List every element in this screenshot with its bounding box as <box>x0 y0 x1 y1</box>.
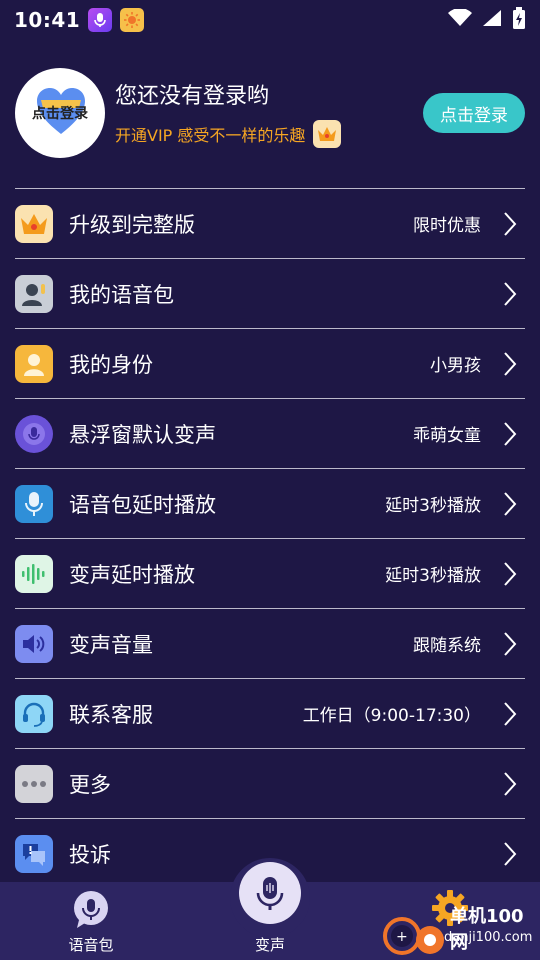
menu-item-label: 投诉 <box>69 842 111 867</box>
menu-item-value: 跟随系统 <box>413 636 481 656</box>
menu-item-upgrade[interactable]: 升级到完整版 限时优惠 <box>15 189 525 258</box>
login-button[interactable]: 点击登录 <box>423 93 525 133</box>
menu-item-customer-service[interactable]: 联系客服 工作日（9:00-17:30） <box>15 679 525 748</box>
avatar-login-label: 点击登录 <box>32 106 88 122</box>
status-time: 10:41 <box>14 8 81 32</box>
chevron-right-icon <box>499 631 521 657</box>
vip-promo: 开通VIP 感受不一样的乐趣 <box>115 120 423 148</box>
watermark-text-en: danji100.com <box>444 930 533 945</box>
crown-icon <box>15 204 53 243</box>
profile-text: 您还没有登录哟 开通VIP 感受不一样的乐趣 <box>115 78 423 148</box>
menu-item-label: 变声延时播放 <box>69 562 195 587</box>
nav-label-voice-pack: 语音包 <box>68 936 114 954</box>
chevron-right-icon <box>499 561 521 587</box>
volume-icon <box>15 624 53 663</box>
menu-item-more[interactable]: 更多 <box>15 749 525 818</box>
menu-item-label: 语音包延时播放 <box>69 492 216 517</box>
menu-item-label: 悬浮窗默认变声 <box>69 422 216 447</box>
vip-promo-text: 开通VIP 感受不一样的乐趣 <box>115 126 306 145</box>
nav-tab-voice-pack[interactable]: 语音包 <box>60 890 122 955</box>
headset-icon <box>15 694 53 733</box>
menu-item-label: 升级到完整版 <box>69 212 195 237</box>
voice-changer-tab-icon <box>239 862 301 924</box>
menu-item-floating-voice[interactable]: 悬浮窗默认变声 乖萌女童 <box>15 399 525 468</box>
menu-item-label: 联系客服 <box>69 702 153 727</box>
complaint-chat-icon <box>15 834 53 873</box>
chevron-right-icon <box>499 841 521 867</box>
profile-title: 您还没有登录哟 <box>115 84 270 109</box>
menu-item-label: 更多 <box>69 772 111 797</box>
chevron-right-icon <box>499 421 521 447</box>
bottom-nav: 语音包 变声 + 单机100网 danji100.com <box>0 858 540 960</box>
voice-pack-user-icon <box>15 274 53 313</box>
avatar[interactable]: 点击登录 <box>15 68 105 158</box>
svg-text:+: + <box>396 929 408 945</box>
signal-icon <box>482 9 502 31</box>
more-dots-icon <box>15 764 53 803</box>
menu-item-value: 小男孩 <box>430 356 481 376</box>
chevron-right-icon <box>499 351 521 377</box>
soundwave-icon <box>15 554 53 593</box>
person-icon <box>15 344 53 383</box>
voice-changer-app-icon <box>88 8 113 32</box>
vip-crown-icon <box>313 120 342 148</box>
microphone-icon <box>15 484 53 523</box>
nav-label-voice-changer: 变声 <box>254 936 285 954</box>
floating-mic-icon <box>15 414 53 453</box>
settings-menu: 升级到完整版 限时优惠 我的语音包 我的身份 小男孩 悬浮窗默认变声 乖萌女童 … <box>15 188 525 888</box>
nav-tab-voice-changer[interactable]: 变声 <box>232 862 308 955</box>
menu-item-value: 延时3秒播放 <box>385 496 481 516</box>
menu-item-pack-delay[interactable]: 语音包延时播放 延时3秒播放 <box>15 469 525 538</box>
chevron-right-icon <box>499 281 521 307</box>
status-bar: 10:41 <box>0 0 540 40</box>
menu-item-value: 限时优惠 <box>413 216 481 236</box>
watermark: + 单机100网 danji100.com <box>380 900 540 960</box>
menu-item-identity[interactable]: 我的身份 小男孩 <box>15 329 525 398</box>
menu-item-my-voice-pack[interactable]: 我的语音包 <box>15 259 525 328</box>
menu-item-value: 乖萌女童 <box>413 426 481 446</box>
menu-item-label: 变声音量 <box>69 632 153 657</box>
menu-item-value: 延时3秒播放 <box>385 566 481 586</box>
chevron-right-icon <box>499 771 521 797</box>
chevron-right-icon <box>499 701 521 727</box>
battery-charging-icon <box>512 7 526 33</box>
menu-item-changer-delay[interactable]: 变声延时播放 延时3秒播放 <box>15 539 525 608</box>
profile-header: 点击登录 您还没有登录哟 开通VIP 感受不一样的乐趣 点击登录 <box>15 68 525 158</box>
chevron-right-icon <box>499 211 521 237</box>
menu-item-volume[interactable]: 变声音量 跟随系统 <box>15 609 525 678</box>
menu-item-value: 工作日（9:00-17:30） <box>302 706 481 726</box>
wifi-icon <box>448 8 472 31</box>
watermark-text-cn: 单机100网 <box>450 906 524 953</box>
sun-app-icon <box>120 8 145 32</box>
voice-pack-tab-icon <box>74 891 108 928</box>
chevron-right-icon <box>499 491 521 517</box>
menu-item-label: 我的身份 <box>69 352 153 377</box>
watermark-logo-icon: + <box>383 917 444 955</box>
menu-item-label: 我的语音包 <box>69 282 174 307</box>
